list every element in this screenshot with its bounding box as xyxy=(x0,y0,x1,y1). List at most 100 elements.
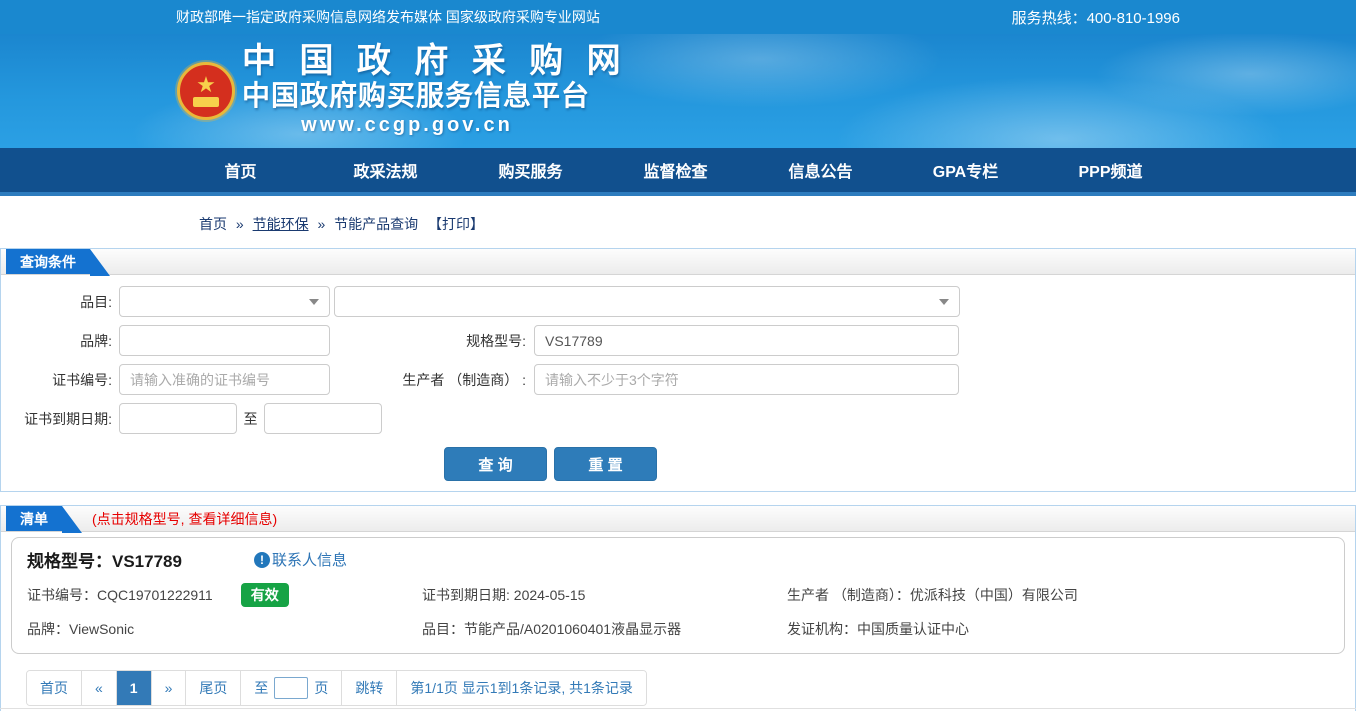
pagination-last-button[interactable]: 尾页 xyxy=(186,671,242,705)
nav-item-regulations[interactable]: 政采法规 xyxy=(313,158,458,182)
emblem-icon: ★ xyxy=(177,62,235,120)
hotline-number: 400-810-1996 xyxy=(1086,9,1180,27)
category-field-label: 品目： xyxy=(422,621,464,637)
cert-number-value: CQC19701222911 xyxy=(97,587,213,603)
record-brand: 品牌： ViewSonic xyxy=(27,619,422,639)
star-icon: ★ xyxy=(196,72,216,97)
manufacturer-label: 生产者 （制造商） : xyxy=(402,371,526,388)
site-title: 中 国 政 府 采 购 网 xyxy=(242,42,628,80)
record-model[interactable]: 规格型号：VS17789 xyxy=(27,547,182,572)
site-url: www.ccgp.gov.cn xyxy=(301,114,513,136)
query-form: 品目: 品牌: 规格型号: 证书编号: 生产者 （制造商） : 证书到期日期: … xyxy=(1,275,1355,491)
nav-item-announcements[interactable]: 信息公告 xyxy=(748,158,893,182)
breadcrumb: 首页 » 节能环保 » 节能产品查询 【打印】 xyxy=(0,196,1356,248)
pagination: 首页 « 1 » 尾页 至 页 跳转 第1/1页 显示1到1条记录, 共1条记录 xyxy=(26,670,647,706)
model-label: 规格型号: xyxy=(466,332,526,349)
category-label: 品目: xyxy=(80,293,112,310)
list-panel-header: 清单 (点击规格型号, 查看详细信息) xyxy=(1,505,1355,533)
manufacturer-field-label: 生产者 （制造商）： xyxy=(787,587,910,603)
search-button[interactable]: 查 询 xyxy=(444,447,547,481)
breadcrumb-separator: » xyxy=(235,216,244,232)
goto-page-input[interactable] xyxy=(274,677,309,699)
service-hotline: 服务热线：400-810-1996 xyxy=(1012,7,1180,28)
record-model-value: VS17789 xyxy=(112,552,182,571)
pagination-next-button[interactable]: » xyxy=(151,671,187,705)
brand-label: 品牌: xyxy=(80,332,112,349)
result-list-panel: 清单 (点击规格型号, 查看详细信息) 规格型号：VS17789 ! 联系人信息… xyxy=(0,505,1356,711)
contact-info-label: 联系人信息 xyxy=(271,552,347,569)
hotline-label: 服务热线： xyxy=(1011,9,1087,27)
cert-expiry-label: 证书到期日期: xyxy=(24,410,112,427)
issuer-field-label: 发证机构： xyxy=(787,621,857,637)
brand-field-label: 品牌： xyxy=(27,621,69,637)
main-nav: 首页 政采法规 购买服务 监督检查 信息公告 GPA专栏 PPP频道 xyxy=(0,148,1356,196)
record-manufacturer: 生产者 （制造商）：优派科技（中国）有限公司 xyxy=(787,585,1329,605)
site-banner: ★ 中 国 政 府 采 购 网 中国政府购买服务信息平台 www.ccgp.go… xyxy=(0,34,1356,148)
gate-icon xyxy=(193,97,219,107)
pagination-summary: 第1/1页 显示1到1条记录, 共1条记录 xyxy=(397,671,646,705)
nav-item-gpa[interactable]: GPA专栏 xyxy=(893,158,1038,182)
record-category: 品目：节能产品/A0201060401液晶显示器 xyxy=(422,619,787,639)
query-panel-tab: 查询条件 xyxy=(6,249,110,276)
nav-item-home[interactable]: 首页 xyxy=(168,158,313,182)
goto-suffix-label: 页 xyxy=(314,680,329,696)
site-subtitle: 中国政府购买服务信息平台 xyxy=(242,80,591,111)
model-input[interactable] xyxy=(534,325,959,356)
expiry-field-label: 证书到期日期: xyxy=(422,587,514,603)
list-panel-note: (点击规格型号, 查看详细信息) xyxy=(92,511,278,527)
brand-value: ViewSonic xyxy=(69,621,135,637)
national-emblem-logo: ★ xyxy=(177,44,235,138)
print-link[interactable]: 【打印】 xyxy=(428,216,484,232)
record-card: 规格型号：VS17789 ! 联系人信息 证书编号： CQC19701222911… xyxy=(11,537,1345,654)
result-list: 规格型号：VS17789 ! 联系人信息 证书编号： CQC19701222911… xyxy=(1,532,1355,711)
pagination-first-button[interactable]: 首页 xyxy=(27,671,82,705)
breadcrumb-current: 节能产品查询 xyxy=(334,216,419,232)
pagination-prev-button[interactable]: « xyxy=(82,671,117,705)
record-cert-number: 证书编号： CQC19701222911 有效 xyxy=(27,583,422,607)
category-select-primary[interactable] xyxy=(119,286,330,317)
banner-text: 中 国 政 府 采 购 网 中国政府购买服务信息平台 www.ccgp.gov.… xyxy=(242,42,628,138)
cert-number-label: 证书编号: xyxy=(52,371,112,388)
pagination-goto-cell: 至 页 xyxy=(241,671,343,705)
expiry-date-from-input[interactable] xyxy=(119,403,237,434)
cert-number-input[interactable] xyxy=(119,364,330,395)
manufacturer-value: 优派科技（中国）有限公司 xyxy=(909,587,1078,603)
breadcrumb-separator: » xyxy=(317,216,326,232)
goto-prefix-label: 至 xyxy=(254,680,269,696)
reset-button[interactable]: 重 置 xyxy=(554,447,657,481)
query-conditions-panel: 查询条件 品目: 品牌: 规格型号: 证书编号: 生产者 （制造商） : 证书到… xyxy=(0,248,1356,492)
nav-item-supervision[interactable]: 监督检查 xyxy=(603,158,748,182)
pagination-jump-button[interactable]: 跳转 xyxy=(342,671,398,705)
form-row-cert-manufacturer: 证书编号: 生产者 （制造商） : xyxy=(1,364,1355,395)
footer-divider xyxy=(0,708,1356,709)
date-range-to-label: 至 xyxy=(243,410,258,427)
form-buttons: 查 询 重 置 xyxy=(444,447,1355,481)
cert-number-field-label: 证书编号： xyxy=(27,587,97,603)
contact-info-link[interactable]: ! 联系人信息 xyxy=(253,549,347,570)
list-panel-tab: 清单 xyxy=(6,506,82,533)
record-model-label: 规格型号： xyxy=(27,552,112,571)
form-row-expiry-date: 证书到期日期: 至 xyxy=(1,403,1355,434)
chevron-down-icon xyxy=(309,298,319,305)
site-slogan: 财政部唯一指定政府采购信息网络发布媒体 国家级政府采购专业网站 xyxy=(176,9,600,25)
issuer-value: 中国质量认证中心 xyxy=(857,621,969,637)
query-panel-header: 查询条件 xyxy=(1,248,1355,276)
expiry-date-to-input[interactable] xyxy=(264,403,382,434)
brand-input[interactable] xyxy=(119,325,330,356)
category-value: 节能产品/A0201060401液晶显示器 xyxy=(464,621,682,637)
record-row-1: 证书编号： CQC19701222911 有效 证书到期日期: 2024-05-1… xyxy=(27,583,1329,607)
info-icon: ! xyxy=(253,551,270,568)
expiry-value: 2024-05-15 xyxy=(513,587,586,603)
breadcrumb-home-link[interactable]: 首页 xyxy=(199,216,227,232)
record-issuer: 发证机构：中国质量认证中心 xyxy=(787,619,1329,639)
nav-item-ppp[interactable]: PPP频道 xyxy=(1038,158,1183,182)
nav-item-purchase-services[interactable]: 购买服务 xyxy=(458,158,603,182)
status-badge: 有效 xyxy=(240,583,289,607)
category-select-secondary[interactable] xyxy=(334,286,960,317)
form-row-brand-model: 品牌: 规格型号: xyxy=(1,325,1355,356)
chevron-down-icon xyxy=(939,298,949,305)
manufacturer-input[interactable] xyxy=(534,364,959,395)
record-row-2: 品牌： ViewSonic 品目：节能产品/A0201060401液晶显示器 发证… xyxy=(27,619,1329,639)
breadcrumb-section-link[interactable]: 节能环保 xyxy=(253,216,309,232)
pagination-page-1[interactable]: 1 xyxy=(116,671,152,705)
